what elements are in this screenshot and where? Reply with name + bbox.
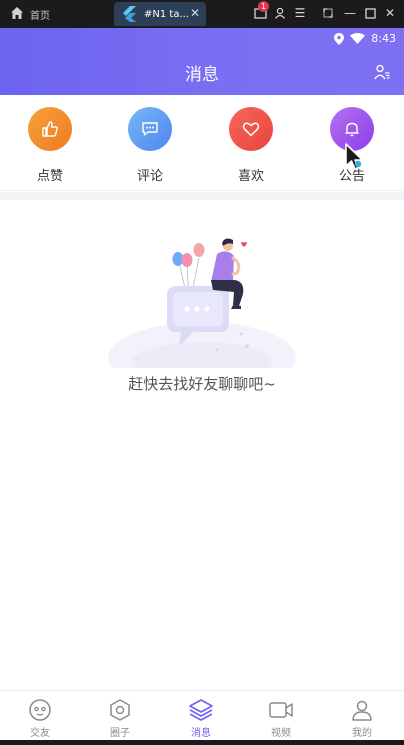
window-bottom-edge: [0, 740, 404, 745]
empty-state-text: 赶快去找好友聊聊吧~: [128, 375, 276, 393]
hexagon-icon: [110, 699, 130, 721]
nav-label: 我的: [352, 728, 372, 739]
mouse-cursor-icon: [345, 143, 364, 170]
nav-label: 交友: [30, 728, 50, 739]
status-bar: 8:43: [334, 32, 396, 45]
action-label: 点赞: [36, 169, 63, 184]
comment-icon: [128, 107, 172, 151]
nav-item-friends[interactable]: 交友: [10, 698, 70, 739]
layers-icon: [189, 699, 213, 721]
empty-chat-illustration: [108, 238, 296, 368]
home-icon: [11, 7, 23, 19]
heart-icon: [229, 107, 273, 151]
location-icon: [334, 32, 345, 45]
action-comment[interactable]: 评论: [120, 107, 180, 184]
nav-label: 视频: [271, 728, 291, 739]
maximize-icon[interactable]: [362, 5, 378, 21]
thumbs-up-icon: [28, 107, 72, 151]
minimize-icon[interactable]: —: [342, 5, 358, 21]
app-tab[interactable]: #N1 ta... ✕: [114, 2, 206, 26]
app-tab-label: #N1 ta...: [144, 8, 189, 20]
account-icon[interactable]: [272, 5, 288, 21]
home-tab[interactable]: 首页: [0, 0, 114, 28]
action-label: 评论: [136, 169, 163, 184]
flutter-icon: [123, 6, 136, 22]
menu-icon[interactable]: ☰: [292, 5, 308, 21]
action-like[interactable]: 点赞: [20, 107, 80, 184]
notification-badge: 1: [258, 1, 269, 12]
section-divider: [0, 192, 404, 200]
nav-label: 圈子: [110, 728, 130, 739]
nav-label: 消息: [191, 728, 211, 739]
nav-item-video[interactable]: 视频: [251, 698, 311, 739]
video-camera-icon: [269, 702, 293, 718]
page-header: 8:43 消息: [0, 28, 404, 95]
action-label: 喜欢: [237, 169, 264, 184]
user-icon: [352, 700, 372, 721]
smile-chat-icon: [29, 699, 51, 721]
wifi-icon: [350, 33, 366, 44]
status-time: 8:43: [371, 32, 396, 45]
nav-item-messages[interactable]: 消息: [171, 698, 231, 739]
nav-item-circle[interactable]: 圈子: [90, 698, 150, 739]
nav-item-profile[interactable]: 我的: [332, 698, 392, 739]
close-tab-icon[interactable]: ✕: [190, 6, 200, 20]
home-tab-label: 首页: [30, 10, 50, 22]
restore-icon[interactable]: [320, 5, 336, 21]
bottom-navigation: 交友 圈子 消息 视频 我的: [0, 690, 404, 740]
close-window-icon[interactable]: ✕: [382, 5, 398, 21]
emulator-titlebar: 首页 #N1 ta... ✕ 1 ☰ — ✕: [0, 0, 404, 28]
action-favorite[interactable]: 喜欢: [221, 107, 281, 184]
page-title: 消息: [185, 65, 219, 85]
contacts-icon[interactable]: [374, 64, 390, 84]
